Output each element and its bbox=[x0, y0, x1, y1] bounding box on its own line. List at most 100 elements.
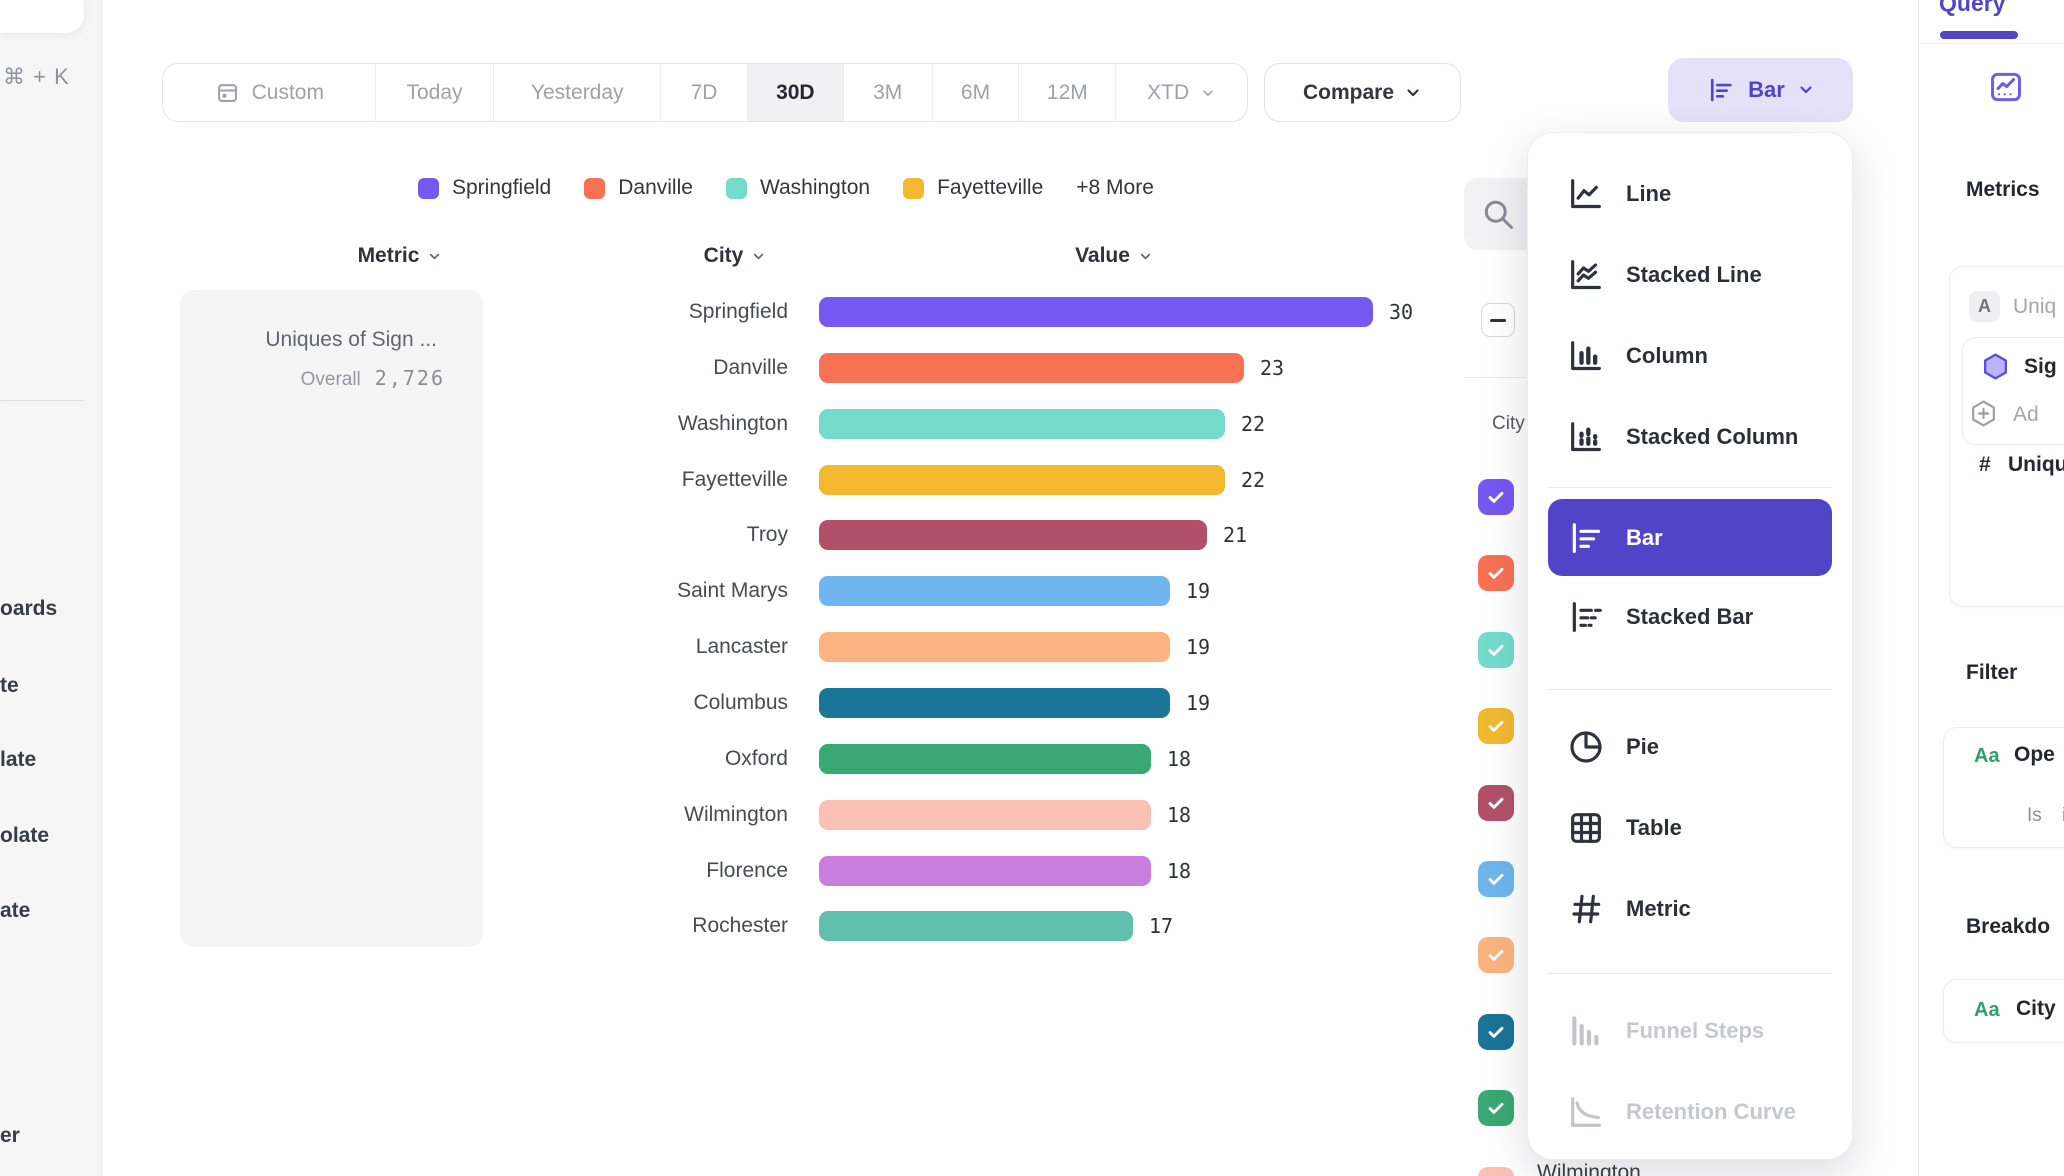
column-header-metric[interactable]: Metric bbox=[330, 244, 470, 268]
menu-item-label: Pie bbox=[1626, 734, 1659, 760]
bar-value-label: 18 bbox=[1167, 856, 1191, 886]
bar-value-label: 22 bbox=[1241, 465, 1265, 495]
bar-danville[interactable] bbox=[819, 353, 1244, 383]
insights-chart-icon[interactable] bbox=[1987, 68, 2025, 106]
bar-row-label: Columbus bbox=[430, 688, 788, 718]
check-icon bbox=[1485, 944, 1507, 966]
legend-item-fayetteville[interactable]: Fayetteville bbox=[903, 176, 1043, 200]
bar-saint-marys[interactable] bbox=[819, 576, 1170, 606]
city-checkbox-3[interactable] bbox=[1478, 708, 1514, 744]
legend-item-washington[interactable]: Washington bbox=[726, 176, 870, 200]
menu-item-funnel-steps[interactable]: Funnel Steps bbox=[1528, 990, 1852, 1071]
bar-value-label: 21 bbox=[1223, 520, 1247, 550]
date-range-yesterday[interactable]: Yesterday bbox=[494, 64, 661, 121]
bar-springfield[interactable] bbox=[819, 297, 1373, 327]
breakdown-card[interactable]: Aa City bbox=[1943, 979, 2064, 1043]
date-range-label: XTD bbox=[1147, 81, 1189, 105]
bar-fayetteville[interactable] bbox=[819, 465, 1225, 495]
date-range-30d[interactable]: 30D bbox=[748, 64, 844, 121]
date-range-6m[interactable]: 6M bbox=[933, 64, 1020, 121]
date-range-label: Today bbox=[406, 81, 462, 105]
event-card[interactable]: Sig Ad bbox=[1962, 337, 2064, 445]
check-icon bbox=[1485, 486, 1507, 508]
menu-item-line[interactable]: Line bbox=[1528, 153, 1852, 234]
city-checkbox-0[interactable] bbox=[1478, 479, 1514, 515]
bar-troy[interactable] bbox=[819, 520, 1207, 550]
sidebar-item-late[interactable]: late bbox=[0, 748, 36, 772]
check-icon bbox=[1485, 715, 1507, 737]
date-range-12m[interactable]: 12M bbox=[1019, 64, 1116, 121]
filter-card[interactable]: Aa Ope Is i bbox=[1943, 727, 2064, 848]
filter-operator[interactable]: Is bbox=[2027, 805, 2042, 827]
menu-item-stacked-line[interactable]: Stacked Line bbox=[1528, 234, 1852, 315]
city-checkbox-4[interactable] bbox=[1478, 785, 1514, 821]
legend-item-danville[interactable]: Danville bbox=[584, 176, 693, 200]
tabbar-divider bbox=[1919, 43, 2064, 44]
city-checkbox-6[interactable] bbox=[1478, 937, 1514, 973]
menu-item-pie[interactable]: Pie bbox=[1528, 706, 1852, 787]
compare-button[interactable]: Compare bbox=[1264, 63, 1461, 122]
menu-item-column[interactable]: Column bbox=[1528, 315, 1852, 396]
menu-item-label: Table bbox=[1626, 815, 1682, 841]
legend-item-springfield[interactable]: Springfield bbox=[418, 176, 551, 200]
sidebar-top-card[interactable] bbox=[0, 0, 84, 33]
menu-divider bbox=[1548, 487, 1832, 488]
legend-swatch bbox=[584, 178, 605, 199]
retention-curve-icon bbox=[1566, 1092, 1606, 1132]
stacked-line-icon bbox=[1566, 255, 1606, 295]
date-range-label: 12M bbox=[1047, 81, 1088, 105]
bar-lancaster[interactable] bbox=[819, 632, 1170, 662]
metric-summary-card[interactable]: Uniques of Sign ... Overall 2,726 bbox=[180, 290, 483, 947]
sidebar-item-er[interactable]: er bbox=[0, 1124, 20, 1148]
menu-item-table[interactable]: Table bbox=[1528, 787, 1852, 868]
bar-columbus[interactable] bbox=[819, 688, 1170, 718]
date-range-group: Custom Today Yesterday7D 30D 3M6M 12M XTD bbox=[162, 63, 1248, 122]
menu-item-retention-curve[interactable]: Retention Curve bbox=[1528, 1071, 1852, 1152]
check-icon bbox=[1485, 792, 1507, 814]
bar-row-label: Danville bbox=[430, 353, 788, 383]
aggregation-text[interactable]: Uniqu bbox=[2008, 453, 2064, 477]
menu-item-label: Line bbox=[1626, 181, 1671, 207]
city-checkbox-7[interactable] bbox=[1478, 1014, 1514, 1050]
city-checkbox-9[interactable] bbox=[1478, 1167, 1514, 1176]
bar-florence[interactable] bbox=[819, 856, 1151, 886]
date-range-label: 30D bbox=[776, 81, 815, 105]
city-checkbox-1[interactable] bbox=[1478, 555, 1514, 591]
menu-item-metric[interactable]: Metric bbox=[1528, 868, 1852, 949]
menu-item-label: Stacked Bar bbox=[1626, 604, 1753, 630]
city-checkbox-2[interactable] bbox=[1478, 632, 1514, 668]
chart-type-button[interactable]: Bar bbox=[1668, 58, 1853, 122]
metrics-card[interactable]: A Uniq Sig Ad # Uniqu bbox=[1949, 266, 2064, 607]
date-range-xtd[interactable]: XTD bbox=[1116, 64, 1247, 121]
add-event-icon[interactable] bbox=[1968, 398, 1999, 429]
query-panel: Query Metrics A Uniq Sig Ad # Uniqu Filt… bbox=[1918, 0, 2064, 1176]
menu-item-stacked-column[interactable]: Stacked Column bbox=[1528, 396, 1852, 477]
column-header-city[interactable]: City bbox=[665, 244, 805, 268]
series-search-box[interactable] bbox=[1464, 178, 1534, 250]
legend-more-link[interactable]: +8 More bbox=[1076, 176, 1154, 200]
menu-item-bar[interactable]: Bar bbox=[1548, 499, 1832, 576]
select-all-checkbox[interactable] bbox=[1481, 303, 1515, 337]
sidebar-item-ate[interactable]: ate bbox=[0, 899, 30, 923]
chart-legend: Springfield Danville Washington Fayettevill… bbox=[418, 167, 1154, 209]
date-range-3m[interactable]: 3M bbox=[844, 64, 933, 121]
city-checkbox-8[interactable] bbox=[1478, 1090, 1514, 1126]
date-range-today[interactable]: Today bbox=[376, 64, 495, 121]
city-list-item-label: Wilmington bbox=[1537, 1161, 1641, 1176]
bar-oxford[interactable] bbox=[819, 744, 1151, 774]
bar-rochester[interactable] bbox=[819, 911, 1133, 941]
sidebar-item-oards[interactable]: oards bbox=[0, 597, 57, 621]
date-range-7d[interactable]: 7D bbox=[661, 64, 748, 121]
legend-label: Washington bbox=[760, 176, 870, 200]
bar-washington[interactable] bbox=[819, 409, 1225, 439]
city-checkbox-5[interactable] bbox=[1478, 861, 1514, 897]
check-icon bbox=[1485, 868, 1507, 890]
sidebar-item-te[interactable]: te bbox=[0, 674, 19, 698]
date-range-custom[interactable]: Custom bbox=[163, 64, 376, 121]
bar-wilmington[interactable] bbox=[819, 800, 1151, 830]
column-header-value[interactable]: Value bbox=[1044, 244, 1184, 268]
tab-query[interactable]: Query bbox=[1939, 0, 2005, 17]
stacked-bar-icon bbox=[1566, 597, 1606, 637]
menu-item-stacked-bar[interactable]: Stacked Bar bbox=[1528, 576, 1852, 657]
sidebar-item-olate[interactable]: olate bbox=[0, 824, 49, 848]
